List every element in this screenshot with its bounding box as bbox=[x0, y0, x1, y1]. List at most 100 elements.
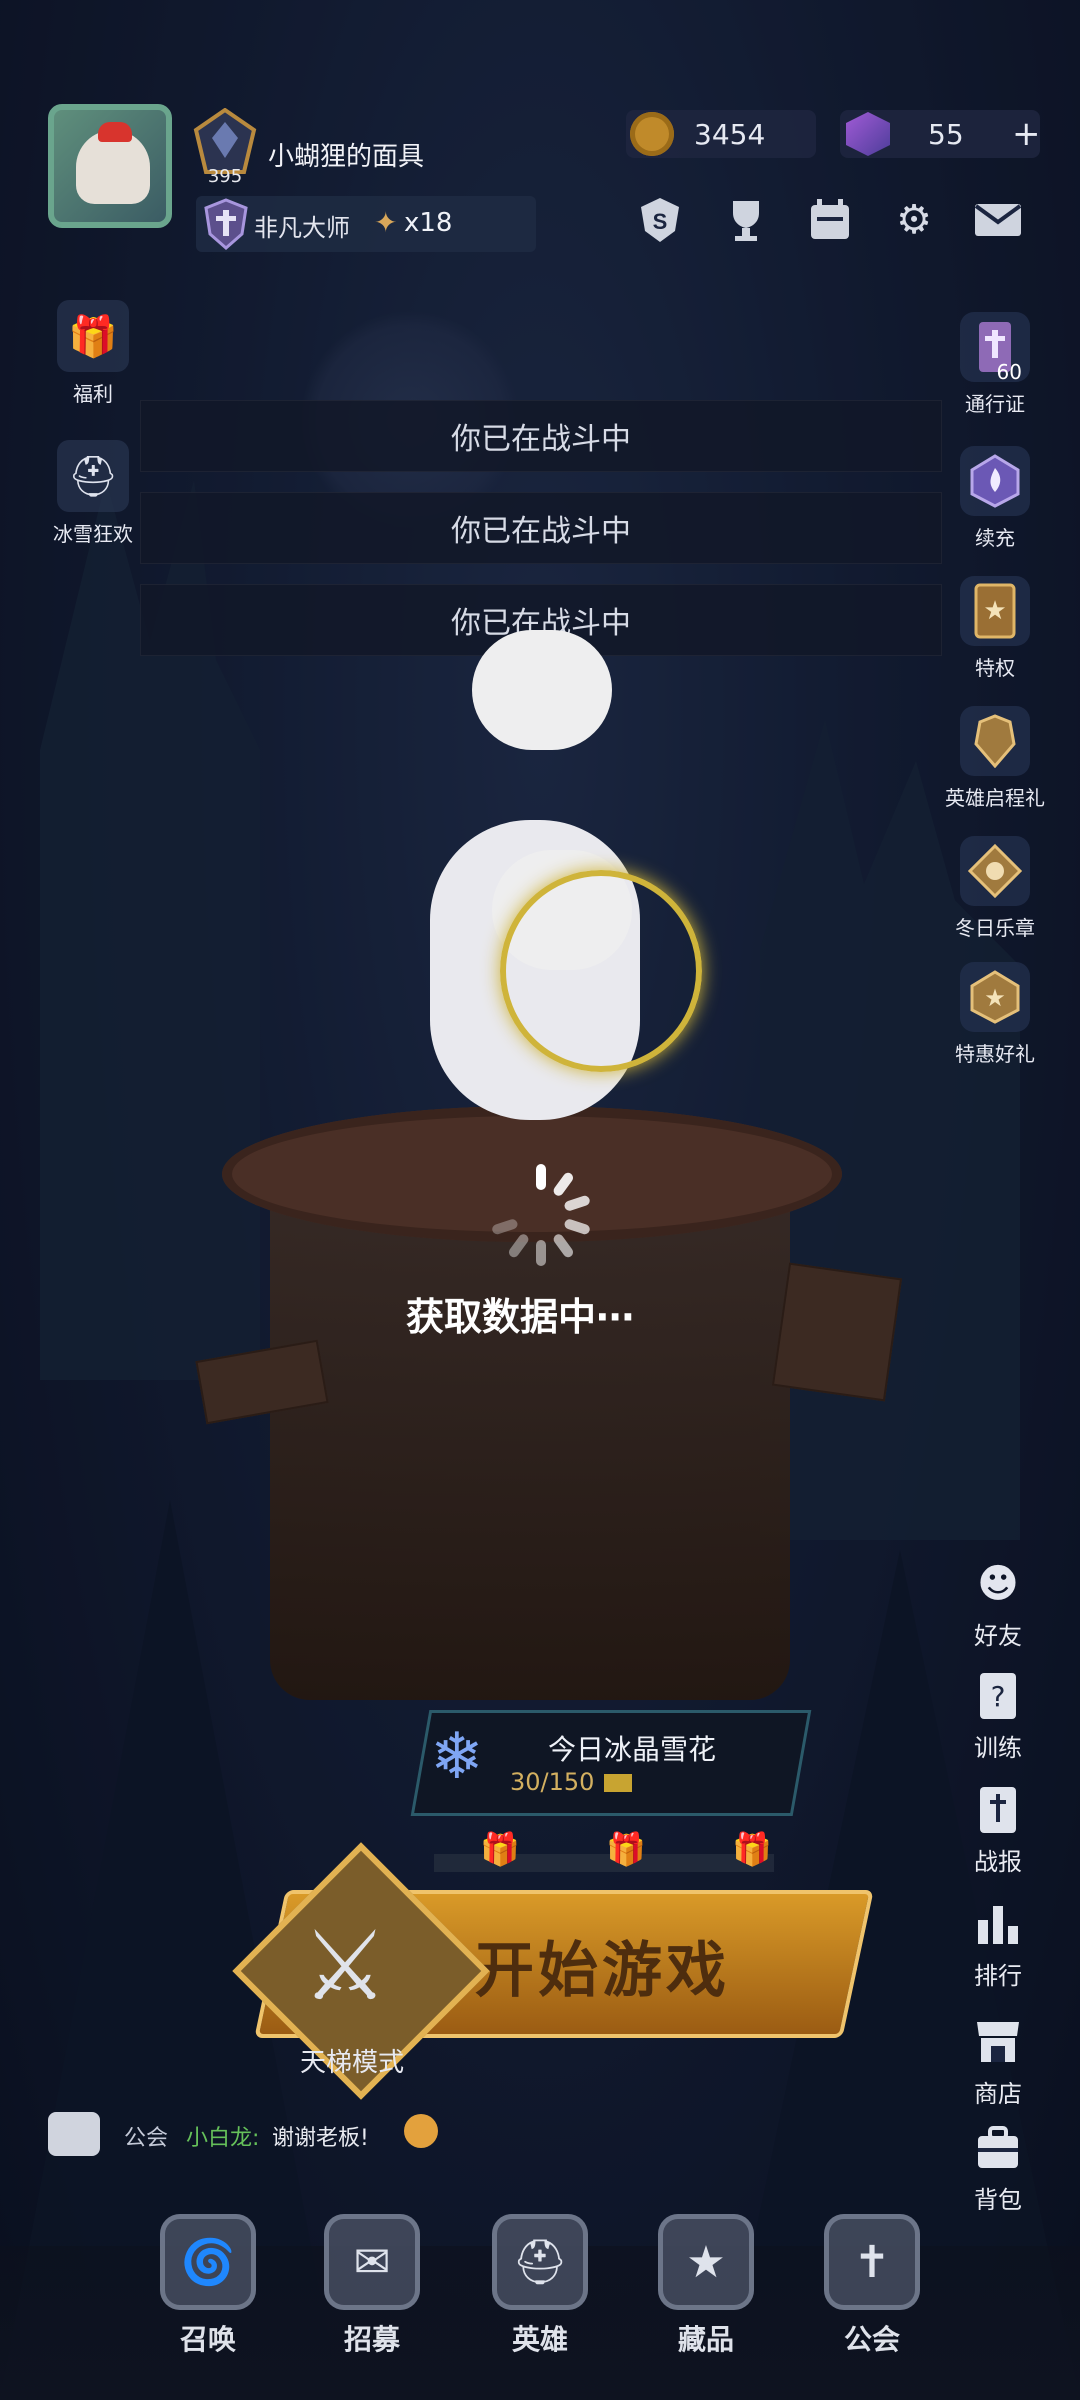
trophy-icon[interactable] bbox=[718, 192, 774, 248]
battle-report-entry[interactable]: 战报 bbox=[950, 1782, 1046, 1877]
pass-level-badge: 60 bbox=[996, 360, 1022, 384]
svg-text:★: ★ bbox=[984, 984, 1006, 1012]
collection-icon: ★ bbox=[658, 2214, 754, 2310]
star-icon: ✦ bbox=[374, 206, 398, 239]
battle-report-label: 战报 bbox=[974, 1848, 1022, 1876]
chat-message: 谢谢老板! bbox=[272, 2126, 369, 2151]
winter-melody-label: 冬日乐章 bbox=[955, 916, 1035, 940]
glow-ring bbox=[500, 870, 702, 1072]
toast-message: 你已在战斗中 bbox=[140, 492, 942, 564]
gem-amount: 55 bbox=[928, 118, 964, 151]
shop-icon bbox=[970, 2014, 1026, 2070]
card-star-icon: ★ bbox=[960, 576, 1030, 646]
add-gems-button[interactable]: + bbox=[1012, 114, 1041, 154]
book bbox=[771, 1262, 903, 1402]
player-avatar[interactable] bbox=[48, 104, 172, 228]
helmet-icon: ⛑ bbox=[492, 2214, 588, 2310]
mail-icon[interactable] bbox=[970, 192, 1026, 248]
welfare-entry[interactable]: 🎁 福利 bbox=[38, 300, 148, 407]
hero-journey-gift-label: 英雄启程礼 bbox=[945, 786, 1045, 810]
chat-icon[interactable] bbox=[48, 2112, 100, 2156]
player-nickname: 小蝴狸的面具 bbox=[268, 142, 425, 172]
crossed-swords-icon: ⚔ bbox=[302, 1910, 389, 2022]
ice-carnival-entry[interactable]: ⛑ 冰雪狂欢 bbox=[38, 440, 148, 547]
mode-label[interactable]: 天梯模式 bbox=[300, 2042, 404, 2079]
nav-guild[interactable]: ✝ 公会 bbox=[812, 2214, 932, 2358]
nav-summon-label: 召唤 bbox=[179, 2323, 236, 2356]
armor-icon bbox=[960, 706, 1030, 776]
calendar-icon[interactable] bbox=[802, 192, 858, 248]
rank-shield-icon bbox=[204, 198, 248, 250]
recharge-entry[interactable]: 续充 bbox=[930, 446, 1060, 551]
star-count: x18 bbox=[404, 208, 453, 238]
gift-icon[interactable]: 🎁 bbox=[732, 1830, 772, 1868]
chat-channel: 公会 bbox=[124, 2126, 169, 2151]
emoji-icon bbox=[404, 2114, 438, 2148]
ranking-entry[interactable]: 排行 bbox=[950, 1896, 1046, 1991]
chat-username[interactable]: 小白龙: bbox=[186, 2120, 259, 2152]
hero-journey-gift-entry[interactable]: 英雄启程礼 bbox=[930, 706, 1060, 811]
nav-collection-label: 藏品 bbox=[677, 2323, 734, 2356]
rank-title: 非凡大师 bbox=[254, 214, 350, 242]
nav-heroes[interactable]: ⛑ 英雄 bbox=[480, 2214, 600, 2358]
ranking-label: 排行 bbox=[974, 1962, 1022, 1990]
battle-pass-label: 通行证 bbox=[965, 392, 1025, 416]
snowflake-title: 今日冰晶雪花 bbox=[548, 1733, 717, 1766]
snowflake-icon: ❄ bbox=[430, 1720, 484, 1794]
svg-text:★: ★ bbox=[983, 596, 1006, 626]
toast-message: 你已在战斗中 bbox=[140, 400, 942, 472]
recruit-icon: ✉ bbox=[324, 2214, 420, 2310]
gift-icon: 🎁 bbox=[57, 300, 129, 372]
flame-badge-icon bbox=[960, 446, 1030, 516]
friends-entry[interactable]: ☻ 好友 bbox=[950, 1556, 1046, 1651]
backpack-icon bbox=[970, 2120, 1026, 2176]
snowflake-ticket-icon bbox=[604, 1774, 632, 1792]
nav-heroes-label: 英雄 bbox=[511, 2323, 568, 2356]
battle-pass-entry[interactable]: 60 通行证 bbox=[930, 312, 1060, 417]
training-label: 训练 bbox=[974, 1734, 1022, 1762]
start-game-label: 开始游戏 bbox=[474, 1936, 730, 2006]
ice-carnival-label: 冰雪狂欢 bbox=[53, 522, 133, 546]
panda-head-top bbox=[472, 630, 612, 750]
backpack-entry[interactable]: 背包 bbox=[950, 2120, 1046, 2215]
svg-text:S: S bbox=[653, 209, 668, 234]
privilege-entry[interactable]: ★ 特权 bbox=[930, 576, 1060, 681]
gold-amount: 3454 bbox=[694, 118, 766, 151]
nav-summon[interactable]: 🌀 召唤 bbox=[148, 2214, 268, 2358]
question-card-icon: ? bbox=[970, 1668, 1026, 1724]
recharge-label: 续充 bbox=[975, 526, 1015, 550]
pass-icon: 60 bbox=[960, 312, 1030, 384]
gold-coin-icon bbox=[630, 112, 674, 156]
bar-chart-icon bbox=[970, 1896, 1026, 1952]
report-icon bbox=[970, 1782, 1026, 1838]
gear-icon[interactable]: ⚙ bbox=[886, 192, 942, 248]
gift-icon[interactable]: 🎁 bbox=[606, 1830, 646, 1868]
hen-comb bbox=[98, 122, 132, 142]
svg-text:?: ? bbox=[991, 1680, 1006, 1713]
privilege-label: 特权 bbox=[975, 656, 1015, 680]
player-level: 395 bbox=[207, 166, 243, 187]
shop-label: 商店 bbox=[974, 2080, 1022, 2108]
friends-icon: ☻ bbox=[977, 1561, 1019, 1607]
nav-recruit-label: 招募 bbox=[343, 2323, 400, 2356]
winter-melody-entry[interactable]: 冬日乐章 bbox=[930, 836, 1060, 941]
diamond-badge-icon bbox=[960, 836, 1030, 906]
loading-text: 获取数据中⋯ bbox=[406, 1295, 635, 1339]
special-offer-label: 特惠好礼 bbox=[955, 1042, 1035, 1066]
snowflake-progress: 30/150 bbox=[510, 1768, 595, 1796]
friends-label: 好友 bbox=[974, 1622, 1022, 1650]
nav-collection[interactable]: ★ 藏品 bbox=[646, 2214, 766, 2358]
loading-spinner-icon bbox=[492, 1164, 590, 1266]
nav-guild-label: 公会 bbox=[843, 2323, 900, 2356]
gift-icon[interactable]: 🎁 bbox=[480, 1830, 520, 1868]
guild-shield-icon: ✝ bbox=[824, 2214, 920, 2310]
nav-recruit[interactable]: ✉ 招募 bbox=[312, 2214, 432, 2358]
welfare-label: 福利 bbox=[73, 382, 113, 406]
training-entry[interactable]: ? 训练 bbox=[950, 1668, 1046, 1763]
s-shield-icon[interactable]: S bbox=[632, 192, 688, 248]
vortex-icon: 🌀 bbox=[160, 2214, 256, 2310]
special-offer-entry[interactable]: ★ 特惠好礼 bbox=[930, 962, 1060, 1067]
star-badge-icon: ★ bbox=[960, 962, 1030, 1032]
shop-entry[interactable]: 商店 bbox=[950, 2014, 1046, 2109]
helmet-icon: ⛑ bbox=[57, 440, 129, 512]
